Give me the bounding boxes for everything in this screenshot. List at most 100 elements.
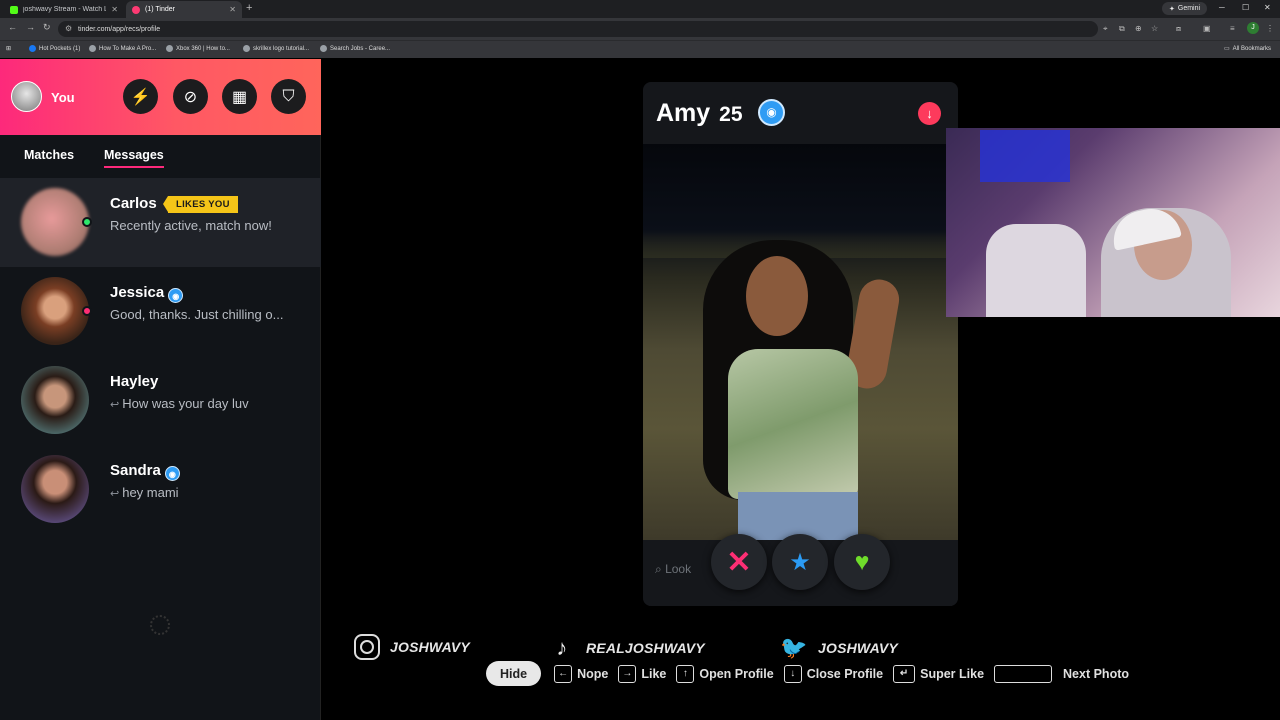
match-name-text: Jessica: [110, 284, 165, 301]
profile-avatar[interactable]: J: [1247, 22, 1259, 34]
back-icon[interactable]: ←: [8, 22, 17, 32]
hide-shortcuts-button[interactable]: Hide: [486, 661, 542, 686]
location-icon[interactable]: ⌖: [1103, 24, 1108, 34]
bookmark-star-icon[interactable]: ☆: [1151, 24, 1158, 33]
like-button[interactable]: ♥: [834, 534, 890, 590]
gemini-label: Gemini: [1177, 5, 1201, 12]
search-icon: ⌕: [655, 562, 662, 576]
profile-search-input[interactable]: ⌕ Look: [655, 562, 691, 577]
nope-button[interactable]: ✕: [711, 534, 767, 590]
bookmark-item[interactable]: skrillex logo tutorial...: [243, 45, 309, 52]
space-key-icon: [994, 664, 1053, 683]
gemini-icon: ✦: [1169, 5, 1175, 13]
enter-key-icon: ↵: [893, 664, 916, 683]
safety-shield-icon: ⛉: [282, 87, 295, 105]
kick-favicon-icon: [10, 5, 18, 14]
zoom-icon[interactable]: ⊕: [1135, 24, 1142, 33]
close-window-icon[interactable]: ✕: [1264, 3, 1271, 12]
match-name-text: Sandra: [110, 462, 161, 479]
safety-button[interactable]: ⛉: [271, 79, 306, 114]
social-twitter: 🐦 JOSHWAVY: [780, 634, 898, 662]
tinder-favicon-icon: [132, 5, 140, 14]
install-icon[interactable]: ⧉: [1119, 24, 1125, 34]
social-handle: REALJOSHWAVY: [586, 640, 705, 656]
bookmark-label: Search Jobs - Caree...: [330, 45, 391, 52]
verified-camera-icon: ◉: [164, 466, 180, 481]
tab-matches[interactable]: Matches: [24, 148, 74, 162]
collapse-profile-button[interactable]: ↓: [918, 102, 941, 125]
apps-grid-icon[interactable]: ⊞: [6, 45, 11, 52]
bookmark-label: Hot Pockets (1): [39, 45, 81, 52]
site-info-icon[interactable]: ⚙: [65, 24, 72, 33]
browser-tabstrip: joshwavy Stream - Watch Live v ✕ (1) Tin…: [0, 0, 1280, 18]
all-bookmarks-button[interactable]: ▭ All Bookmarks: [1224, 45, 1272, 53]
explore-button[interactable]: ⊘: [173, 79, 208, 114]
photo-subject-jeans: [738, 492, 858, 540]
translate-icon[interactable]: ≡: [1230, 24, 1235, 33]
profile-photo[interactable]: [643, 144, 958, 540]
sidepanel-icon[interactable]: ▣: [1203, 24, 1211, 33]
bookmark-item[interactable]: How To Make A Pro...: [89, 45, 156, 52]
conversation-row[interactable]: Jessica ◉ Good, thanks. Just chilling o..…: [0, 267, 321, 356]
minimize-window-icon[interactable]: ─: [1219, 3, 1225, 12]
verified-camera-icon: ◉: [168, 288, 184, 303]
online-status-dot: [82, 217, 92, 227]
shortcut-open-profile: ↑ Open Profile: [676, 664, 774, 683]
work-button[interactable]: ▦: [222, 79, 257, 114]
conversation-row[interactable]: Hayley ↩ How was your day luv: [0, 356, 321, 445]
globe-icon: [320, 45, 327, 52]
sidebar-header: You ⚡ ⊘ ▦ ⛉: [0, 59, 321, 135]
reload-icon[interactable]: ↻: [43, 22, 51, 33]
forward-icon[interactable]: →: [26, 22, 35, 32]
verified-camera-icon: ◉: [758, 99, 785, 126]
address-bar[interactable]: ⚙ tinder.com/app/recs/profile: [58, 21, 1098, 37]
profile-name-text: Amy: [656, 99, 711, 127]
conversation-row[interactable]: Carlos LIKES YOU Recently active, match …: [0, 178, 321, 267]
globe-icon: [89, 45, 96, 52]
match-name: Jessica ◉: [110, 284, 184, 303]
browser-tab-tinder[interactable]: (1) Tinder ✕: [126, 1, 242, 18]
bookmark-item[interactable]: Hot Pockets (1): [29, 45, 80, 52]
my-profile-avatar[interactable]: [11, 81, 42, 112]
close-tab-icon[interactable]: ✕: [229, 5, 236, 14]
new-tab-button[interactable]: +: [246, 2, 252, 14]
tiktok-icon: ♪: [556, 635, 568, 660]
close-tab-icon[interactable]: ✕: [111, 5, 118, 14]
profile-age: 25: [719, 103, 743, 126]
shortcut-label: Next Photo: [1063, 666, 1130, 681]
shortcut-like: → Like: [618, 664, 667, 683]
gemini-button[interactable]: ✦ Gemini: [1162, 2, 1208, 15]
twitter-icon: 🐦: [780, 635, 808, 660]
new-message-dot: [82, 306, 92, 316]
shortcut-label: Nope: [577, 666, 609, 681]
url-text: tinder.com/app/recs/profile: [78, 25, 161, 33]
tab-title: (1) Tinder: [145, 6, 175, 13]
bookmark-item[interactable]: Search Jobs - Caree...: [320, 45, 390, 52]
tab-title: joshwavy Stream - Watch Live v: [23, 6, 107, 13]
conversation-row[interactable]: Sandra ◉ ↩ hey mami: [0, 445, 321, 534]
avatar: [21, 366, 89, 434]
work-icon: ▦: [231, 88, 248, 106]
bookmarks-bar: ⊞ Hot Pockets (1) How To Make A Pro... X…: [0, 40, 1280, 58]
profile-card[interactable]: Amy 25 ◉ ↓ ⌕ Look ✕ ★ ♥: [643, 82, 958, 606]
all-bookmarks-label: All Bookmarks: [1232, 45, 1272, 52]
avatar: [21, 188, 89, 256]
right-arrow-key-icon: →: [618, 664, 637, 683]
shortcut-label: Close Profile: [806, 666, 884, 681]
extensions-icon[interactable]: ⧈: [1176, 24, 1181, 34]
boost-button[interactable]: ⚡: [123, 79, 158, 114]
shortcut-label: Like: [641, 666, 667, 681]
photo-subject-face: [746, 256, 808, 336]
super-like-button[interactable]: ★: [772, 534, 828, 590]
menu-icon[interactable]: ⋮: [1266, 24, 1274, 33]
avatar: [21, 277, 89, 345]
my-profile-label[interactable]: You: [51, 90, 75, 105]
last-message: Recently active, match now!: [110, 218, 272, 233]
down-arrow-key-icon: ↓: [783, 664, 802, 683]
nope-x-icon: ✕: [726, 545, 752, 579]
bookmark-item[interactable]: Xbox 360 | How to...: [166, 45, 230, 52]
maximize-window-icon[interactable]: ☐: [1242, 3, 1249, 12]
tab-messages[interactable]: Messages: [104, 148, 164, 168]
shortcut-close-profile: ↓ Close Profile: [783, 664, 884, 683]
browser-tab-stream[interactable]: joshwavy Stream - Watch Live v ✕: [4, 1, 124, 18]
